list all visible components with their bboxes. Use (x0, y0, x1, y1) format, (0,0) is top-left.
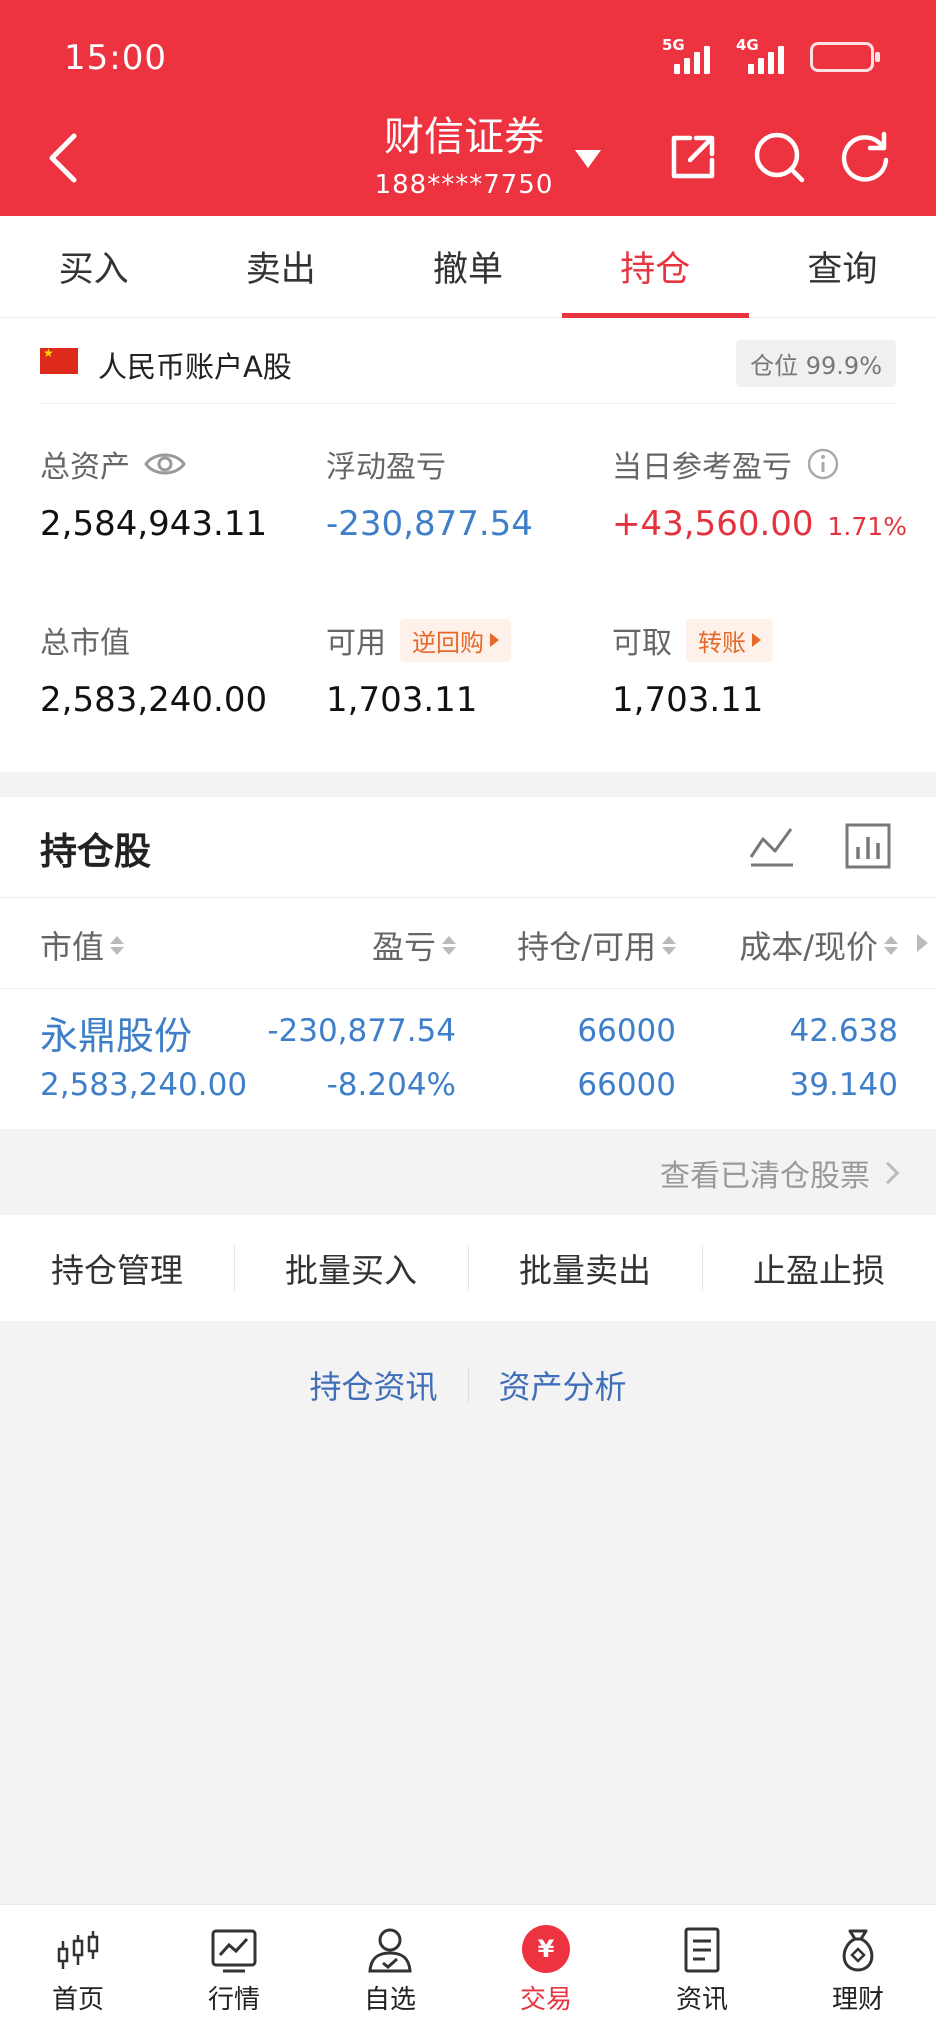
daily-pl-value: +43,560.00 (612, 504, 814, 544)
withdrawable-value: 1,703.11 (612, 680, 764, 720)
signal-5g-icon: 5G (662, 36, 716, 74)
china-flag-icon (40, 346, 78, 374)
sort-icon (110, 935, 125, 955)
stock-market-value: 2,583,240.00 (40, 1067, 248, 1103)
link-divider (467, 1368, 469, 1402)
stock-cost: 42.638 (789, 1013, 898, 1049)
share-icon[interactable] (666, 130, 720, 184)
yuan-icon: ¥ (522, 1925, 570, 1973)
nav-wealth[interactable]: 理财 (780, 1905, 936, 2028)
battery-icon (810, 42, 880, 72)
stock-pl: -230,877.54 (267, 1013, 456, 1049)
nav-watchlist[interactable]: 自选 (312, 1905, 468, 2028)
table-row[interactable]: 永鼎股份 2,583,240.00 -230,877.54 -8.204% 66… (0, 989, 936, 1129)
daily-pl-label: 当日参考盈亏 (612, 450, 792, 485)
reverse-repo-button[interactable]: 逆回购 (400, 618, 511, 662)
stat-daily-pl: 当日参考盈亏 +43,560.00 1.71% (612, 442, 907, 544)
candlestick-icon (57, 1931, 99, 1969)
cleared-stocks-link[interactable]: 查看已清仓股票 (660, 1151, 900, 1195)
stock-price: 39.140 (789, 1067, 898, 1103)
available-label: 可用 (326, 626, 386, 661)
floating-pl-value: -230,877.54 (326, 504, 533, 544)
account-header: 人民币账户A股 仓位 99.9% (40, 318, 896, 404)
nav-trade[interactable]: ¥ 交易 (468, 1905, 624, 2028)
trade-tabs: 买入 卖出 撤单 持仓 查询 (0, 216, 936, 318)
cleared-stocks-bar: 查看已清仓股票 (0, 1129, 936, 1215)
floating-pl-label: 浮动盈亏 (326, 450, 446, 485)
tab-buy[interactable]: 买入 (0, 216, 187, 317)
tab-holdings[interactable]: 持仓 (561, 216, 750, 318)
bottom-links: 持仓资讯 资产分析 (0, 1362, 936, 1408)
bar-chart-icon[interactable] (843, 821, 893, 871)
holdings-news-link[interactable]: 持仓资讯 (309, 1362, 437, 1408)
sort-icon (884, 935, 898, 955)
info-icon[interactable] (806, 447, 840, 481)
play-arrow-icon (490, 633, 499, 647)
col-market-value[interactable]: 市值 (40, 922, 125, 968)
eye-icon[interactable] (144, 450, 186, 478)
batch-buy-button[interactable]: 批量买入 (234, 1215, 468, 1321)
status-time: 15:00 (64, 38, 167, 78)
money-bag-icon (842, 1929, 874, 1972)
play-arrow-icon (752, 633, 761, 647)
account-name: 人民币账户A股 (98, 350, 292, 384)
stock-position: 66000 (577, 1013, 676, 1049)
market-value-value: 2,583,240.00 (40, 680, 268, 720)
market-value-label: 总市值 (40, 626, 130, 661)
asset-analysis-link[interactable]: 资产分析 (499, 1362, 627, 1408)
stat-available: 可用 逆回购 1,703.11 (326, 618, 511, 720)
total-assets-value: 2,584,943.11 (40, 504, 268, 544)
user-check-icon (368, 1928, 412, 1973)
signal-4g-icon: 4G (736, 36, 790, 74)
status-icons: 5G 4G (662, 36, 880, 74)
stat-total-assets: 总资产 2,584,943.11 (40, 442, 267, 544)
stock-name: 永鼎股份 (40, 1014, 193, 1058)
position-badge: 仓位 99.9% (736, 340, 896, 387)
manage-holdings-button[interactable]: 持仓管理 (0, 1215, 234, 1321)
batch-sell-button[interactable]: 批量卖出 (468, 1215, 702, 1321)
caret-down-icon[interactable] (573, 148, 603, 170)
holdings-actions: 持仓管理 批量买入 批量卖出 止盈止损 (0, 1215, 936, 1321)
holdings-column-headers: 市值 盈亏 持仓/可用 成本/现价 (0, 897, 936, 989)
stop-profit-loss-button[interactable]: 止盈止损 (702, 1215, 936, 1321)
document-icon (684, 1927, 720, 1973)
stat-market-value: 总市值 2,583,240.00 (40, 618, 267, 720)
tab-cancel[interactable]: 撤单 (374, 216, 561, 317)
col-position-available[interactable]: 持仓/可用 (517, 922, 676, 968)
total-assets-label: 总资产 (40, 450, 130, 485)
col-pl[interactable]: 盈亏 (372, 922, 456, 968)
col-cost-price[interactable]: 成本/现价 (739, 922, 898, 968)
chevron-right-icon (876, 1161, 900, 1185)
available-value: 1,703.11 (326, 680, 478, 720)
refresh-icon[interactable] (838, 130, 892, 184)
scroll-right-icon[interactable] (917, 934, 928, 952)
account-summary: 人民币账户A股 仓位 99.9% 总资产 2,584,943.11 浮动盈亏 -… (0, 318, 936, 772)
nav-home[interactable]: 首页 (0, 1905, 156, 2028)
transfer-button[interactable]: 转账 (686, 618, 773, 662)
search-icon[interactable] (752, 130, 806, 184)
tab-sell[interactable]: 卖出 (187, 216, 374, 317)
sort-icon (442, 935, 456, 955)
stock-available: 66000 (577, 1067, 676, 1103)
withdrawable-label: 可取 (612, 626, 672, 661)
bottom-navigation: 首页 行情 自选 ¥ 交易 资讯 理财 (0, 1904, 936, 2028)
stat-withdrawable: 可取 转账 1,703.11 (612, 618, 773, 720)
stat-floating-pl: 浮动盈亏 -230,877.54 (326, 442, 533, 544)
stock-pl-percent: -8.204% (326, 1067, 456, 1103)
daily-pl-percent: 1.71% (827, 512, 907, 541)
line-chart-icon[interactable] (747, 821, 797, 871)
tab-query[interactable]: 查询 (749, 216, 936, 317)
chart-icon (211, 1929, 257, 1973)
header-bar: 15:00 5G 4G 财信证券 188****7750 (0, 0, 936, 216)
holdings-section: 持仓股 市值 盈亏 持仓/可用 成本/现价 永鼎股份 2,583,240.00 (0, 797, 936, 1129)
holdings-title: 持仓股 (40, 830, 151, 873)
nav-market[interactable]: 行情 (156, 1905, 312, 2028)
sort-icon (662, 935, 676, 955)
broker-name: 财信证券 (384, 114, 544, 160)
nav-news[interactable]: 资讯 (624, 1905, 780, 2028)
